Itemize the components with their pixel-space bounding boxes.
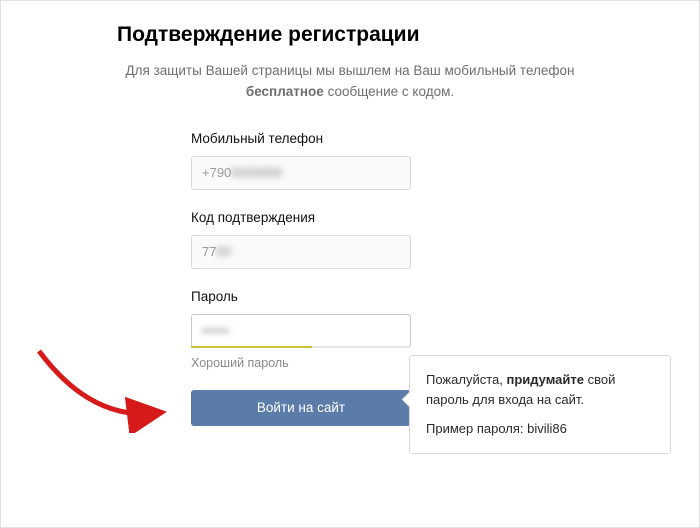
password-strength-bar — [191, 346, 411, 348]
page-title: Подтверждение регистрации — [31, 23, 669, 47]
phone-label: Мобильный телефон — [191, 131, 411, 146]
code-value-visible: 77 — [202, 244, 216, 259]
password-input[interactable]: •••••• — [191, 314, 411, 348]
submit-button[interactable]: Войти на сайт — [191, 390, 411, 426]
subtitle-prefix: Для защиты Вашей страницы мы вышлем на В… — [126, 63, 575, 78]
hint-example-value: bivili86 — [527, 421, 567, 436]
phone-input[interactable]: +7900000000 — [191, 156, 411, 190]
registration-form: Мобильный телефон +7900000000 Код подтве… — [191, 131, 411, 426]
phone-field-block: Мобильный телефон +7900000000 — [191, 131, 411, 190]
subtitle-bold: бесплатное — [246, 84, 324, 99]
hint-line: Пожалуйста, придумайте свой пароль для в… — [426, 370, 654, 409]
password-label: Пароль — [191, 289, 411, 304]
password-strength-fill — [191, 346, 312, 348]
hint-example: Пример пароля: bivili86 — [426, 419, 654, 439]
phone-value-visible: +790 — [202, 165, 231, 180]
hint-example-prefix: Пример пароля: — [426, 421, 527, 436]
code-input[interactable]: 7700 — [191, 235, 411, 269]
code-value-masked: 00 — [216, 244, 230, 259]
password-field-block: Пароль •••••• Хороший пароль — [191, 289, 411, 370]
password-value-masked: •••••• — [202, 323, 229, 338]
code-field-block: Код подтверждения 7700 — [191, 210, 411, 269]
hint-line-prefix: Пожалуйста, — [426, 372, 506, 387]
password-strength-label: Хороший пароль — [191, 356, 411, 370]
subtitle: Для защиты Вашей страницы мы вышлем на В… — [90, 61, 610, 103]
password-hint-tooltip: Пожалуйста, придумайте свой пароль для в… — [409, 355, 671, 454]
hint-line-bold: придумайте — [506, 372, 584, 387]
password-strength-empty — [312, 346, 411, 348]
phone-value-masked: 0000000 — [231, 165, 282, 180]
code-label: Код подтверждения — [191, 210, 411, 225]
subtitle-suffix: сообщение с кодом. — [324, 84, 454, 99]
